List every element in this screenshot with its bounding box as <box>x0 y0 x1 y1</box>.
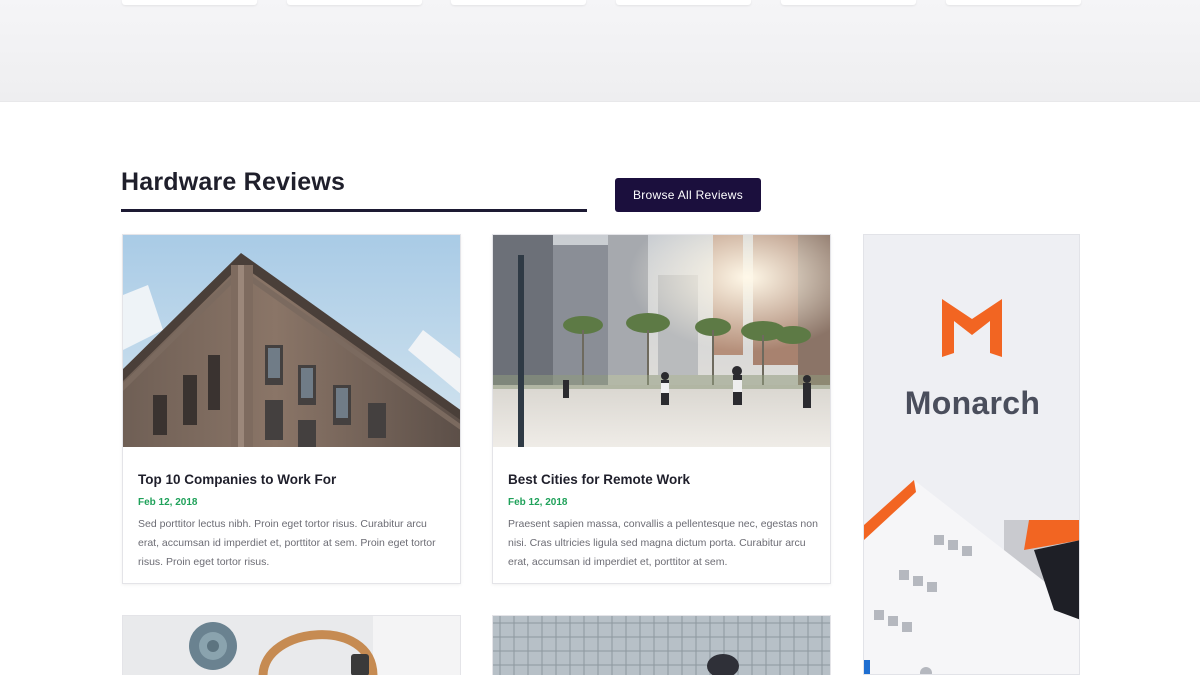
article-title[interactable]: Best Cities for Remote Work <box>508 472 690 487</box>
desk-headphones-image <box>123 616 460 675</box>
article-excerpt: Sed porttitor lectus nibh. Proin eget to… <box>138 518 436 568</box>
monarch-ad-banner[interactable]: Monarch <box>863 234 1080 675</box>
top-category-card[interactable] <box>122 0 257 5</box>
monarch-logo-icon <box>942 299 1002 357</box>
article-image-building[interactable] <box>123 235 460 447</box>
top-category-card[interactable] <box>616 0 751 5</box>
article-excerpt: Praesent sapien massa, convallis a pelle… <box>508 518 818 568</box>
tiled-floor-image <box>493 616 830 675</box>
article-card[interactable]: Top 10 Companies to Work For Feb 12, 201… <box>122 234 461 584</box>
top-category-band <box>0 0 1200 102</box>
top-category-card[interactable] <box>287 0 422 5</box>
browse-all-reviews-button[interactable]: Browse All Reviews <box>615 178 761 212</box>
section-title-underline <box>121 209 587 212</box>
ad-product-screenshot-image <box>864 480 1079 674</box>
top-category-card[interactable] <box>781 0 916 5</box>
article-image-city[interactable] <box>493 235 830 447</box>
article-card[interactable] <box>492 615 831 675</box>
article-card[interactable] <box>122 615 461 675</box>
city-street-image <box>493 235 830 447</box>
article-card[interactable]: Best Cities for Remote Work Feb 12, 2018… <box>492 234 831 584</box>
section-title: Hardware Reviews <box>121 168 346 196</box>
article-title[interactable]: Top 10 Companies to Work For <box>138 472 336 487</box>
top-category-card[interactable] <box>946 0 1081 5</box>
top-category-card[interactable] <box>451 0 586 5</box>
article-date: Feb 12, 2018 <box>138 497 198 508</box>
building-image <box>123 235 460 447</box>
ad-brand-name: Monarch <box>904 385 1041 421</box>
article-date: Feb 12, 2018 <box>508 497 568 508</box>
